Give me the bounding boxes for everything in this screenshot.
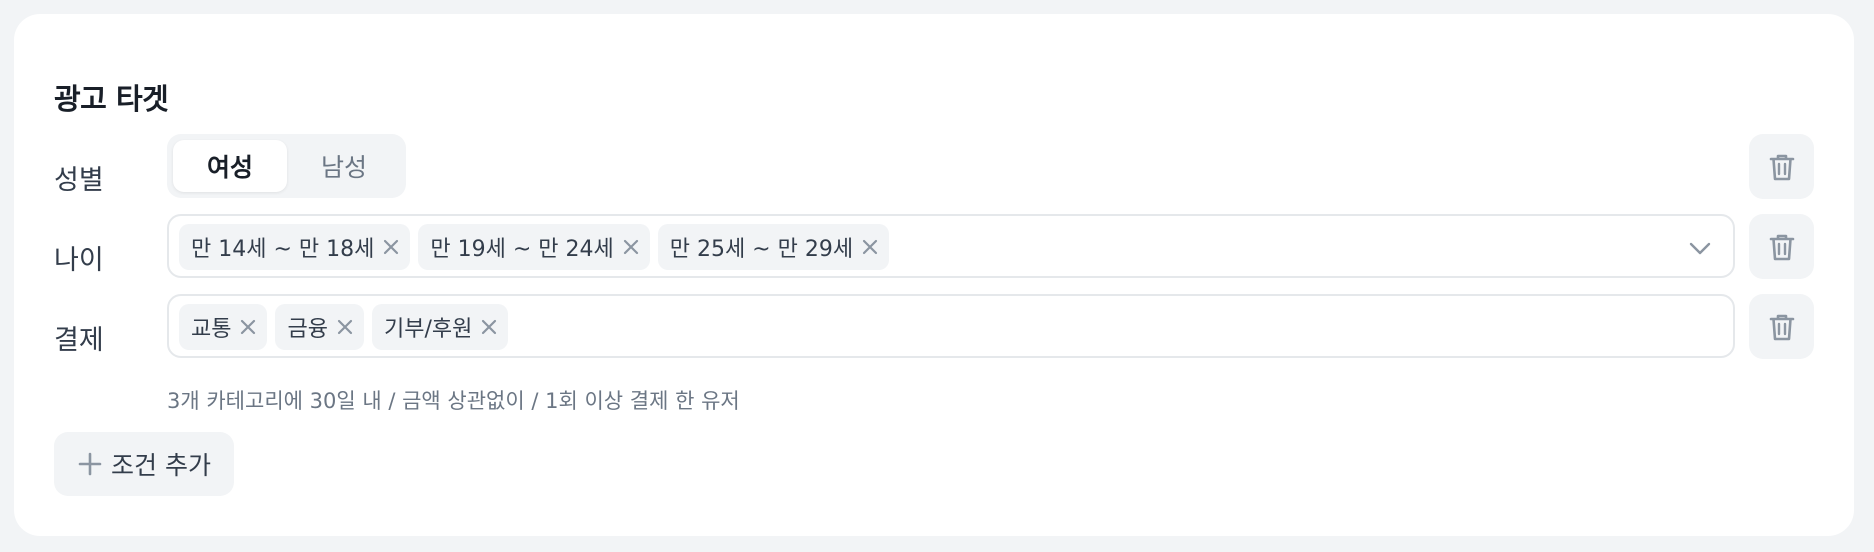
age-chip: 만 19세 ~ 만 24세: [418, 224, 650, 270]
payment-chip: 교통: [179, 304, 268, 350]
trash-icon: [1769, 314, 1794, 340]
close-icon[interactable]: [239, 318, 257, 336]
plus-icon: [78, 452, 102, 476]
chip-label: 만 25세 ~ 만 29세: [669, 237, 854, 262]
close-icon[interactable]: [861, 238, 879, 256]
close-icon[interactable]: [382, 238, 400, 256]
chip-label: 만 19세 ~ 만 24세: [430, 237, 614, 262]
delete-payment-button[interactable]: [1749, 294, 1814, 359]
payment-chip: 금융: [275, 304, 364, 350]
chevron-down-icon[interactable]: [1687, 235, 1713, 261]
gender-option-male[interactable]: 남성: [287, 140, 401, 192]
chip-label: 교통: [191, 317, 232, 342]
chip-label: 기부/후원: [383, 317, 473, 342]
add-condition-button[interactable]: 조건 추가: [54, 432, 234, 496]
payment-label: 결제: [54, 325, 104, 356]
trash-icon: [1769, 154, 1794, 180]
close-icon[interactable]: [622, 238, 640, 256]
chip-label: 만 14세 ~ 만 18세: [191, 237, 375, 262]
close-icon[interactable]: [336, 318, 354, 336]
gender-label: 성별: [54, 165, 104, 196]
age-chip: 만 14세 ~ 만 18세: [179, 224, 411, 270]
delete-gender-button[interactable]: [1749, 134, 1814, 199]
add-condition-label: 조건 추가: [111, 451, 211, 480]
age-select[interactable]: 만 14세 ~ 만 18세 만 19세 ~ 만 24세 만 25세 ~ 만 29…: [167, 214, 1735, 278]
trash-icon: [1769, 234, 1794, 260]
ad-target-card: 광고 타겟 성별 여성 남성 나이 만 14세 ~ 만 18세 만 19세 ~ …: [14, 14, 1854, 536]
payment-select[interactable]: 교통 금융 기부/후원: [167, 294, 1735, 358]
age-label: 나이: [54, 245, 104, 276]
gender-segmented-control: 여성 남성: [167, 134, 406, 198]
payment-chip: 기부/후원: [371, 304, 509, 350]
payment-hint: 3개 카테고리에 30일 내 / 금액 상관없이 / 1회 이상 결제 한 유저: [167, 389, 740, 413]
gender-option-female[interactable]: 여성: [173, 140, 287, 192]
close-icon[interactable]: [480, 318, 498, 336]
age-chip: 만 25세 ~ 만 29세: [657, 224, 890, 270]
section-title: 광고 타겟: [54, 82, 169, 116]
delete-age-button[interactable]: [1749, 214, 1814, 279]
chip-label: 금융: [287, 317, 328, 342]
